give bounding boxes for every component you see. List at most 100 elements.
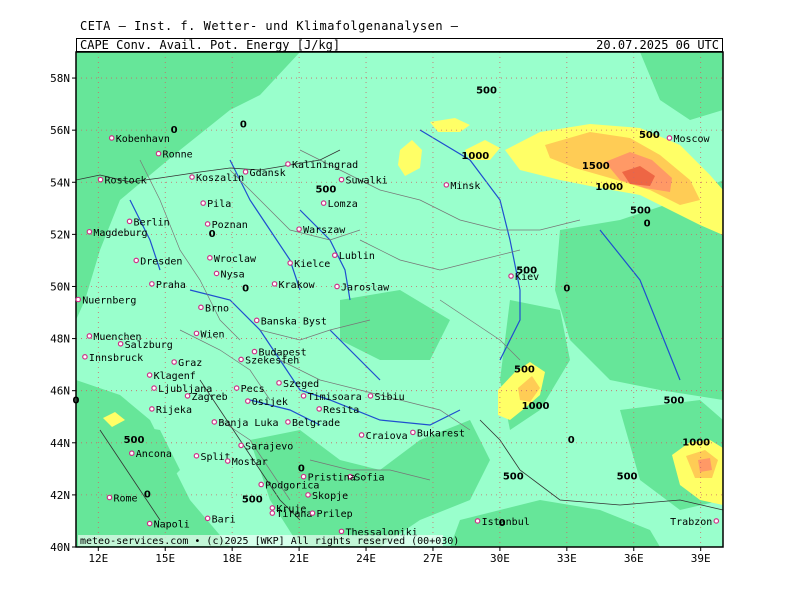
city-label: Sibiu	[374, 392, 404, 403]
contour-label: 500	[514, 364, 535, 375]
lat-label: 44N	[50, 437, 70, 450]
city-marker	[151, 385, 157, 391]
city-label: Timisoara	[308, 392, 362, 403]
city-marker	[149, 281, 155, 287]
city-marker	[251, 348, 258, 355]
city-marker	[334, 283, 340, 290]
city: Dresden	[133, 256, 182, 267]
contour-label: 500	[617, 471, 638, 482]
city-marker	[238, 356, 244, 363]
city-label: Sofia	[354, 473, 384, 484]
city-label: Kaliningrad	[292, 160, 358, 171]
city-label: Mostar	[232, 457, 268, 468]
lon-label: 33E	[557, 552, 577, 565]
city-marker	[146, 372, 153, 378]
contour-label: 0	[171, 125, 178, 136]
city: Wroclaw	[207, 254, 257, 265]
city-label: Magdeburg	[93, 228, 147, 239]
city-label: Kobenhavn	[116, 134, 170, 145]
city-label: Zagreb	[192, 392, 228, 403]
contour-label: 1000	[595, 182, 623, 193]
city-marker	[300, 393, 307, 399]
city-label: Koszalin	[196, 173, 244, 184]
city-marker	[133, 257, 140, 264]
city-marker	[204, 515, 211, 522]
city-label: Nysa	[221, 269, 245, 280]
city-marker	[269, 505, 276, 511]
contour-label: 0	[298, 463, 305, 474]
lon-label: 30E	[490, 552, 510, 565]
city-marker	[106, 494, 113, 501]
city-marker	[86, 228, 93, 235]
city-label: Tirana	[276, 509, 312, 520]
city: Lomza	[320, 199, 358, 210]
city-label: Sarajevo	[245, 441, 293, 452]
city-marker	[269, 510, 276, 516]
contour-label: 1000	[522, 401, 550, 412]
city: Resita	[316, 405, 359, 416]
city-label: Ancona	[136, 449, 172, 460]
city-label: Banska Byst	[261, 316, 327, 327]
city-label: Lomza	[328, 199, 358, 210]
contour-label: 500	[663, 396, 684, 407]
city: Istanbul	[474, 517, 530, 528]
city: Szekesfeh	[238, 355, 299, 366]
city: Timisoara	[300, 392, 362, 403]
city-marker	[258, 481, 264, 488]
city: Praha	[149, 280, 186, 291]
city: Sibiu	[367, 392, 405, 403]
city-marker	[713, 518, 720, 524]
city: Mostar	[224, 457, 268, 468]
city-marker	[128, 450, 135, 457]
city-marker	[213, 270, 220, 277]
lon-label: 24E	[356, 552, 376, 565]
city: Ronne	[155, 150, 193, 161]
city: Magdeburg	[86, 228, 148, 239]
lon-label: 12E	[88, 552, 108, 565]
city-marker	[331, 252, 338, 259]
city-marker	[189, 174, 195, 180]
city-label: Napoli	[154, 520, 190, 531]
city-marker	[82, 354, 88, 360]
city-label: Rijeka	[156, 405, 192, 416]
lat-label: 54N	[50, 176, 70, 189]
city-marker	[171, 359, 177, 365]
city-label: Klagenf	[154, 371, 196, 382]
city: Berlin	[126, 217, 170, 228]
city-label: Ronne	[163, 150, 193, 161]
city-marker	[316, 406, 322, 412]
contour-label: 500	[315, 185, 336, 196]
city-marker	[117, 340, 124, 347]
contour-label: 500	[124, 435, 145, 446]
city-marker	[338, 176, 345, 183]
city: Banska Byst	[253, 316, 327, 327]
city-marker	[443, 182, 450, 188]
city-marker	[244, 398, 251, 404]
contour-label: 1000	[682, 437, 710, 448]
city: Tirana	[269, 509, 312, 520]
city-label: Innsbruck	[89, 353, 143, 364]
city: Koszalin	[189, 173, 244, 184]
city-label: Szeged	[283, 379, 319, 390]
city-label: Belgrade	[292, 418, 340, 429]
city-marker	[193, 453, 200, 459]
city: Trabzon	[670, 517, 720, 528]
city-marker	[358, 432, 365, 438]
lat-label: 48N	[50, 333, 70, 346]
copyright-footer: meteo-services.com • (c)2025 [WKP] All r…	[80, 536, 459, 547]
city-label: Pecs	[241, 384, 265, 395]
city: Podgorica	[258, 480, 319, 491]
city-marker	[300, 473, 307, 480]
city-label: Praha	[156, 280, 186, 291]
city-marker	[305, 492, 311, 498]
lon-label: 15E	[155, 552, 175, 565]
city-label: Istanbul	[482, 517, 530, 528]
city-label: Bari	[212, 514, 236, 525]
city: Moscow	[666, 134, 711, 145]
city-marker	[285, 419, 291, 425]
city: Belgrade	[285, 418, 340, 429]
city: Sarajevo	[238, 441, 293, 452]
city-marker	[508, 273, 514, 279]
city-marker	[75, 296, 82, 303]
city-label: Skopje	[312, 491, 348, 502]
